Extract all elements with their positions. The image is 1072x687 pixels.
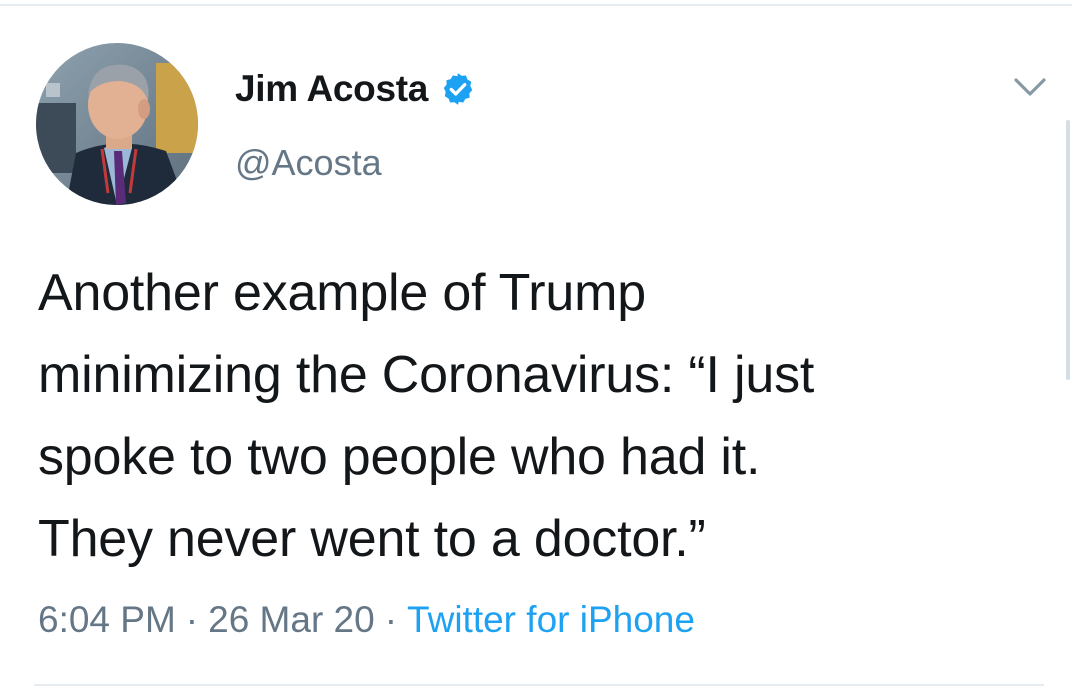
verified-badge-icon (440, 71, 476, 107)
tweet-line: minimizing the Coronavirus: “I just (38, 346, 815, 404)
source-link[interactable]: Twitter for iPhone (407, 599, 695, 640)
tweet-line: They never went to a doctor.” (38, 510, 706, 568)
tweet-line: spoke to two people who had it. (38, 428, 761, 486)
tweet-text: Another example of Trump minimizing the … (38, 252, 1048, 580)
avatar[interactable] (36, 43, 198, 205)
bottom-divider (34, 684, 1044, 686)
top-divider (0, 4, 1072, 6)
author-row[interactable]: Jim Acosta (235, 66, 476, 112)
chevron-down-icon[interactable] (1010, 72, 1050, 102)
author-handle[interactable]: @Acosta (235, 142, 382, 184)
tweet-metadata: 6:04 PM · 26 Mar 20 · Twitter for iPhone (38, 599, 695, 641)
tweet-date[interactable]: 26 Mar 20 (208, 599, 375, 640)
separator: · (185, 599, 199, 640)
avatar-image (36, 43, 198, 205)
tweet-line: Another example of Trump (38, 264, 646, 322)
scroll-indicator (1066, 120, 1070, 380)
tweet-time[interactable]: 6:04 PM (38, 599, 176, 640)
display-name[interactable]: Jim Acosta (235, 68, 428, 110)
separator: · (384, 599, 398, 640)
